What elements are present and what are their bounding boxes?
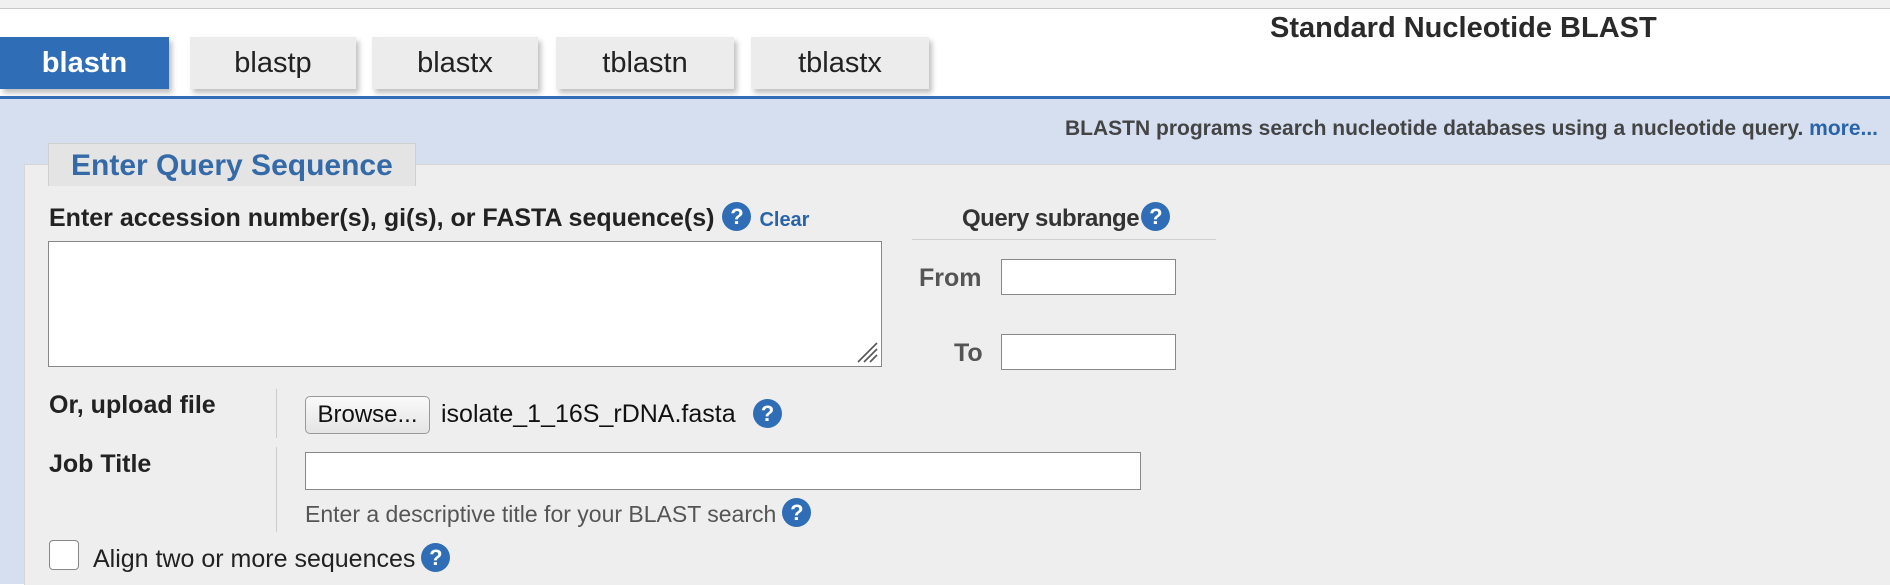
subrange-title-row: Query subrange?: [962, 202, 1171, 234]
clear-link[interactable]: Clear: [759, 209, 809, 231]
align-label-row: Align two or more sequences?: [93, 542, 451, 575]
subrange-divider: [912, 239, 1216, 240]
help-icon[interactable]: ?: [782, 498, 812, 528]
tab-blastn[interactable]: blastn: [0, 37, 169, 89]
tab-tblastn[interactable]: tblastn: [556, 37, 734, 89]
to-label: To: [954, 339, 983, 367]
description-text: BLASTN programs search nucleotide databa…: [1065, 117, 1804, 140]
to-input[interactable]: [1001, 334, 1176, 370]
help-icon[interactable]: ?: [753, 399, 782, 428]
upload-label: Or, upload file: [49, 391, 216, 419]
resize-grip-icon[interactable]: [856, 341, 878, 363]
page-title: Standard Nucleotide BLAST: [1270, 12, 1657, 44]
tab-blastp[interactable]: blastp: [190, 37, 356, 89]
tab-tblastx[interactable]: tblastx: [751, 37, 929, 89]
job-title-hint: Enter a descriptive title for your BLAST…: [305, 501, 777, 527]
job-title-divider: [276, 447, 277, 532]
subrange-title: Query subrange: [962, 205, 1140, 232]
job-title-label: Job Title: [49, 450, 152, 478]
program-description: BLASTN programs search nucleotide databa…: [1065, 117, 1878, 141]
align-label: Align two or more sequences: [93, 545, 416, 573]
query-sequence-textarea[interactable]: [48, 241, 882, 367]
align-checkbox[interactable]: [49, 540, 79, 570]
job-title-input[interactable]: [305, 452, 1141, 490]
uploaded-filename: isolate_1_16S_rDNA.fasta: [441, 400, 736, 428]
browse-button[interactable]: Browse...: [305, 396, 430, 434]
from-input[interactable]: [1001, 259, 1176, 295]
upload-divider: [276, 389, 277, 438]
more-link[interactable]: more...: [1809, 117, 1878, 140]
query-label-row: Enter accession number(s), gi(s), or FAS…: [49, 201, 809, 234]
top-border: [0, 0, 1890, 9]
job-title-hint-row: Enter a descriptive title for your BLAST…: [305, 498, 812, 530]
help-icon[interactable]: ?: [421, 542, 451, 572]
from-label: From: [919, 264, 982, 292]
help-icon[interactable]: ?: [722, 201, 752, 231]
query-label: Enter accession number(s), gi(s), or FAS…: [49, 204, 715, 232]
section-title: Enter Query Sequence: [48, 143, 416, 186]
tab-blastx[interactable]: blastx: [372, 37, 538, 89]
help-icon[interactable]: ?: [1141, 202, 1171, 232]
